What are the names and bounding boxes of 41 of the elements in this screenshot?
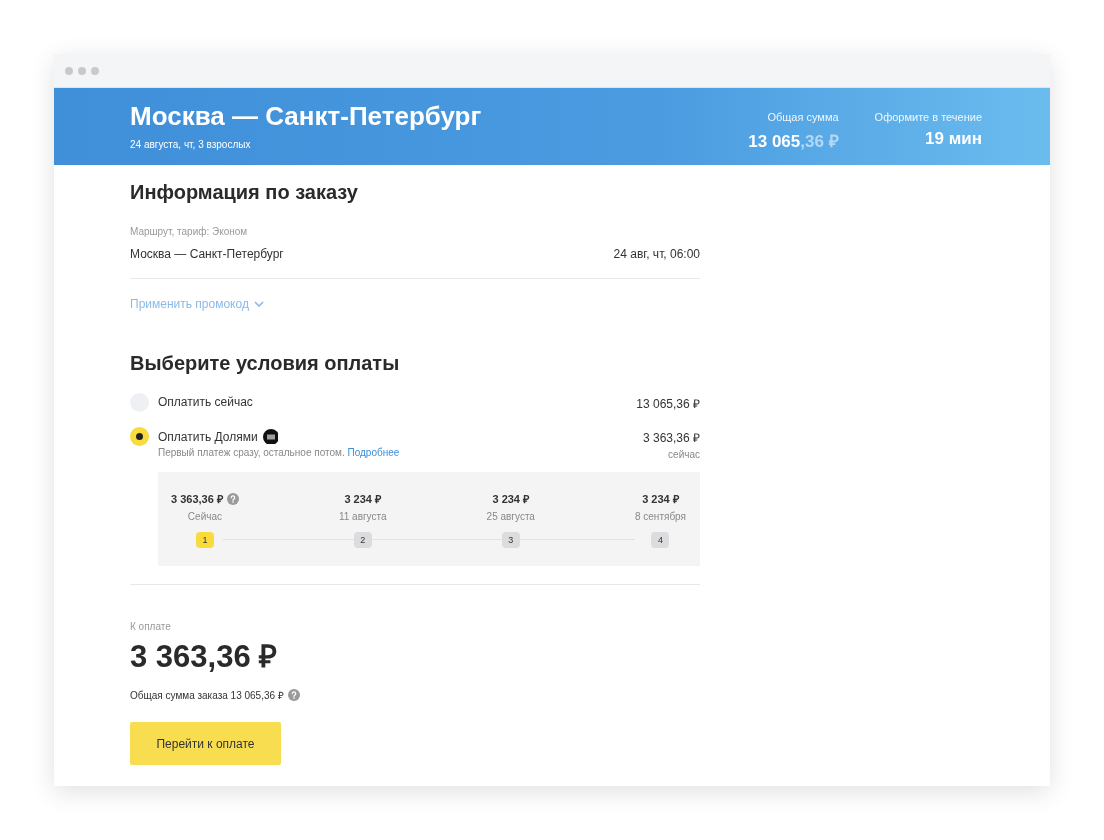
option-amount: 3 363,36 ₽ <box>642 430 700 446</box>
installment-date: Сейчас <box>187 511 222 522</box>
step-marker: 4 <box>651 532 670 548</box>
option-label: Оплатить Долями <box>158 429 258 444</box>
promo-link[interactable]: Применить промокод <box>130 297 264 311</box>
option-label: Оплатить сейчас <box>158 395 253 409</box>
window-dot-icon <box>91 66 99 75</box>
amount-due: 3 363,36 ₽ <box>130 638 279 676</box>
bars-logo-icon <box>262 429 278 444</box>
stat-value: 13 065,36 ₽ <box>748 131 839 152</box>
stat-label: Оформите в течение <box>874 111 982 123</box>
step-marker: 3 <box>501 532 520 548</box>
help-icon <box>287 689 300 701</box>
departure-time: 24 авг, чт, 06:00 <box>613 247 700 261</box>
step-marker: 2 <box>353 532 372 548</box>
installment-date: 11 августа <box>338 511 387 522</box>
pay-button[interactable]: Перейти к оплате <box>130 722 281 765</box>
option-description: Первый платеж сразу, остальное потом. Подробнее <box>158 447 401 458</box>
installment-amount: 3 363,36 ₽ <box>171 492 223 506</box>
installment-date: 25 августа <box>486 511 535 522</box>
more-link[interactable]: Подробнее <box>347 447 400 458</box>
installment-amount: 3 234 ₽ <box>492 492 530 506</box>
section-heading: Выберите условия оплаты <box>130 352 401 375</box>
installment-amount: 3 234 ₽ <box>642 492 679 506</box>
window-dot-icon <box>65 66 73 75</box>
step-marker: 1 <box>195 532 214 548</box>
field-caption: Маршрут, тариф: Эконом <box>130 226 249 237</box>
trip-details: 24 августа, чт, 3 взрослых <box>130 139 252 150</box>
stat-value: 19 мин <box>924 129 982 149</box>
installment-amount: 3 234 ₽ <box>344 492 381 506</box>
order-total: Общая сумма заказа 13 065,36 ₽ <box>130 689 284 702</box>
option-amount: 13 065,36 ₽ <box>636 396 700 412</box>
route-title: Москва — Санкт-Петербург <box>130 101 482 132</box>
amount-note: сейчас <box>667 449 700 460</box>
route-text: Москва — Санкт-Петербург <box>130 247 284 261</box>
stat-label: Общая сумма <box>766 111 839 123</box>
installment-date: 8 сентября <box>634 511 686 522</box>
radio-button[interactable] <box>130 427 149 446</box>
amount-label: К оплате <box>130 621 172 632</box>
section-heading: Информация по заказу <box>130 181 359 204</box>
window-dot-icon <box>78 66 86 75</box>
